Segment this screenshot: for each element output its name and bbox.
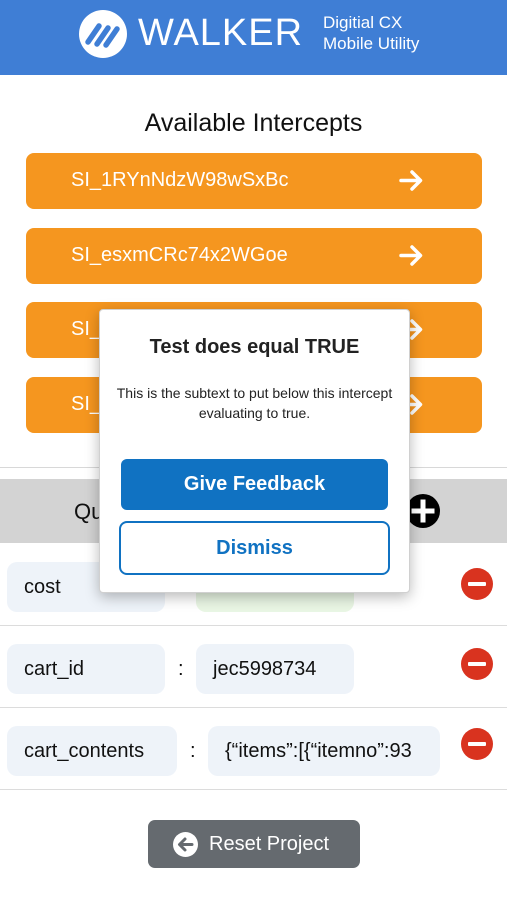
intercept-button[interactable]: SI_1RYnNdzW98wSxBc <box>26 153 482 209</box>
param-value-field[interactable]: {“items”:[{“itemno”:93 <box>208 726 440 776</box>
walker-logo-icon <box>79 10 127 58</box>
intercept-dialog: Test does equal TRUE This is the subtext… <box>99 309 410 593</box>
intercept-button[interactable]: SI_esxmCRc74x2WGoe <box>26 228 482 284</box>
intercept-label: SI_ <box>71 318 102 340</box>
arrow-right-icon <box>399 245 423 266</box>
reset-project-label: Reset Project <box>209 833 330 855</box>
param-row: cart_id : jec5998734 <box>0 628 507 708</box>
param-value-field[interactable]: jec5998734 <box>196 644 354 694</box>
app-header: WALKER Digitial CX Mobile Utility <box>0 0 507 75</box>
brand-subtitle-line1: Digitial CX <box>323 13 403 32</box>
intercept-label: SI_ <box>71 393 102 415</box>
brand-subtitle: Digitial CX Mobile Utility <box>323 12 419 54</box>
minus-circle-icon[interactable] <box>461 648 493 680</box>
minus-circle-icon[interactable] <box>461 568 493 600</box>
intercepts-title: Available Intercepts <box>144 109 363 137</box>
param-key-field[interactable]: cart_contents <box>7 726 177 776</box>
intercept-label: SI_esxmCRc74x2WGoe <box>71 244 288 266</box>
param-row: cart_contents : {“items”:[{“itemno”:93 <box>0 710 507 790</box>
intercept-label: SI_1RYnNdzW98wSxBc <box>71 169 289 191</box>
dialog-title: Test does equal TRUE <box>149 336 360 358</box>
param-separator: : <box>178 658 184 680</box>
brand-subtitle-line2: Mobile Utility <box>323 34 420 53</box>
dismiss-button[interactable]: Dismiss <box>119 521 390 575</box>
dialog-subtext: This is the subtext to put below this in… <box>116 385 393 421</box>
arrow-right-icon <box>399 170 423 191</box>
plus-circle-icon[interactable] <box>406 494 440 528</box>
minus-circle-icon[interactable] <box>461 728 493 760</box>
arrow-left-circle-icon <box>173 832 198 857</box>
param-separator: : <box>190 740 196 762</box>
param-key-field[interactable]: cart_id <box>7 644 165 694</box>
reset-project-button[interactable]: Reset Project <box>148 820 360 868</box>
give-feedback-button[interactable]: Give Feedback <box>121 459 388 510</box>
brand-name: WALKER <box>138 12 304 54</box>
